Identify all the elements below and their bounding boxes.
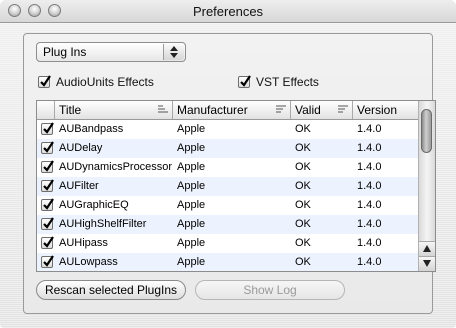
row-valid: OK: [295, 123, 311, 135]
row-manufacturer: Apple: [177, 218, 206, 230]
row-version: 1.4.0: [357, 199, 382, 211]
row-version: 1.4.0: [357, 256, 382, 268]
table-row[interactable]: AUDelay Apple OK 1.4.0: [37, 139, 419, 158]
popup-arrows-icon: [163, 44, 184, 60]
row-valid: OK: [295, 180, 311, 192]
column-version[interactable]: Version: [353, 101, 419, 119]
row-valid: OK: [295, 199, 311, 211]
row-valid: OK: [295, 161, 311, 173]
row-manufacturer: Apple: [177, 123, 206, 135]
rescan-button[interactable]: Rescan selected PlugIns: [36, 280, 186, 300]
title-bar: Preferences: [0, 0, 456, 23]
row-checkbox[interactable]: [41, 160, 54, 173]
scroll-down-button[interactable]: [419, 256, 435, 271]
row-version: 1.4.0: [357, 142, 382, 154]
row-checkbox[interactable]: [41, 217, 54, 230]
table-row[interactable]: AULowpass Apple OK 1.4.0: [37, 253, 419, 271]
row-version: 1.4.0: [357, 218, 382, 230]
row-manufacturer: Apple: [177, 256, 206, 268]
sort-icon: [338, 105, 348, 113]
row-title: AUBandpass: [59, 123, 124, 135]
checkmark-icon: [43, 236, 54, 248]
column-manufacturer[interactable]: Manufacturer: [173, 101, 291, 119]
audiounits-label: AudioUnits Effects: [56, 75, 154, 89]
checkmark-icon: [43, 198, 54, 210]
scrollbar-thumb[interactable]: [421, 109, 432, 153]
scroll-up-button[interactable]: [419, 241, 435, 256]
arrow-up-icon: [423, 245, 431, 252]
table-row[interactable]: AUDynamicsProcessor Apple OK 1.4.0: [37, 158, 419, 177]
preferences-window: Preferences Plug Ins AudioUnits Effects …: [0, 0, 456, 328]
row-title: AUHipass: [59, 237, 108, 249]
row-manufacturer: Apple: [177, 237, 206, 249]
column-valid-label: Valid: [295, 103, 321, 117]
row-valid: OK: [295, 237, 311, 249]
row-version: 1.4.0: [357, 123, 382, 135]
column-title[interactable]: Title: [55, 101, 173, 119]
row-manufacturer: Apple: [177, 199, 206, 211]
plugins-table: Title Manufacturer Valid Version AUBandp…: [36, 100, 436, 272]
show-log-button[interactable]: Show Log: [195, 280, 345, 300]
row-title: AUGraphicEQ: [59, 199, 129, 211]
category-popup[interactable]: Plug Ins: [36, 42, 186, 62]
row-version: 1.4.0: [357, 180, 382, 192]
checkmark-icon: [43, 217, 54, 229]
row-checkbox[interactable]: [41, 141, 54, 154]
checkmark-icon: [43, 179, 54, 191]
checkmark-icon: [240, 75, 251, 87]
column-title-label: Title: [59, 103, 82, 117]
row-title: AUDynamicsProcessor: [59, 161, 173, 173]
table-header: Title Manufacturer Valid Version: [37, 101, 419, 120]
row-version: 1.4.0: [357, 161, 382, 173]
table-row[interactable]: AUHipass Apple OK 1.4.0: [37, 234, 419, 253]
row-manufacturer: Apple: [177, 161, 206, 173]
vst-label: VST Effects: [256, 75, 319, 89]
row-title: AULowpass: [59, 256, 118, 268]
row-version: 1.4.0: [357, 237, 382, 249]
row-checkbox[interactable]: [41, 255, 54, 268]
checkmark-icon: [43, 122, 54, 134]
row-valid: OK: [295, 256, 311, 268]
row-title: AUDelay: [59, 142, 103, 154]
table-row[interactable]: AUBandpass Apple OK 1.4.0: [37, 120, 419, 139]
checkmark-icon: [43, 141, 54, 153]
sort-icon: [158, 105, 168, 113]
checkmark-icon: [43, 160, 54, 172]
row-title: AUHighShelfFilter: [59, 218, 147, 230]
column-check: [37, 101, 55, 119]
audiounits-checkbox[interactable]: [38, 75, 51, 88]
row-valid: OK: [295, 142, 311, 154]
table-row[interactable]: AUGraphicEQ Apple OK 1.4.0: [37, 196, 419, 215]
row-checkbox[interactable]: [41, 198, 54, 211]
checkmark-icon: [40, 75, 51, 87]
row-manufacturer: Apple: [177, 180, 206, 192]
row-valid: OK: [295, 218, 311, 230]
column-manufacturer-label: Manufacturer: [177, 103, 248, 117]
vertical-scrollbar[interactable]: [418, 101, 435, 271]
arrow-down-icon: [423, 260, 431, 267]
row-manufacturer: Apple: [177, 142, 206, 154]
row-checkbox[interactable]: [41, 236, 54, 249]
row-checkbox[interactable]: [41, 179, 54, 192]
checkmark-icon: [43, 255, 54, 267]
table-row[interactable]: AUHighShelfFilter Apple OK 1.4.0: [37, 215, 419, 234]
category-popup-label: Plug Ins: [43, 45, 87, 59]
window-title: Preferences: [192, 4, 264, 19]
table-row[interactable]: AUFilter Apple OK 1.4.0: [37, 177, 419, 196]
column-version-label: Version: [357, 103, 398, 117]
column-valid[interactable]: Valid: [291, 101, 353, 119]
vst-checkbox[interactable]: [238, 75, 251, 88]
row-checkbox[interactable]: [41, 122, 54, 135]
row-title: AUFilter: [59, 180, 99, 192]
sort-icon: [276, 105, 286, 113]
